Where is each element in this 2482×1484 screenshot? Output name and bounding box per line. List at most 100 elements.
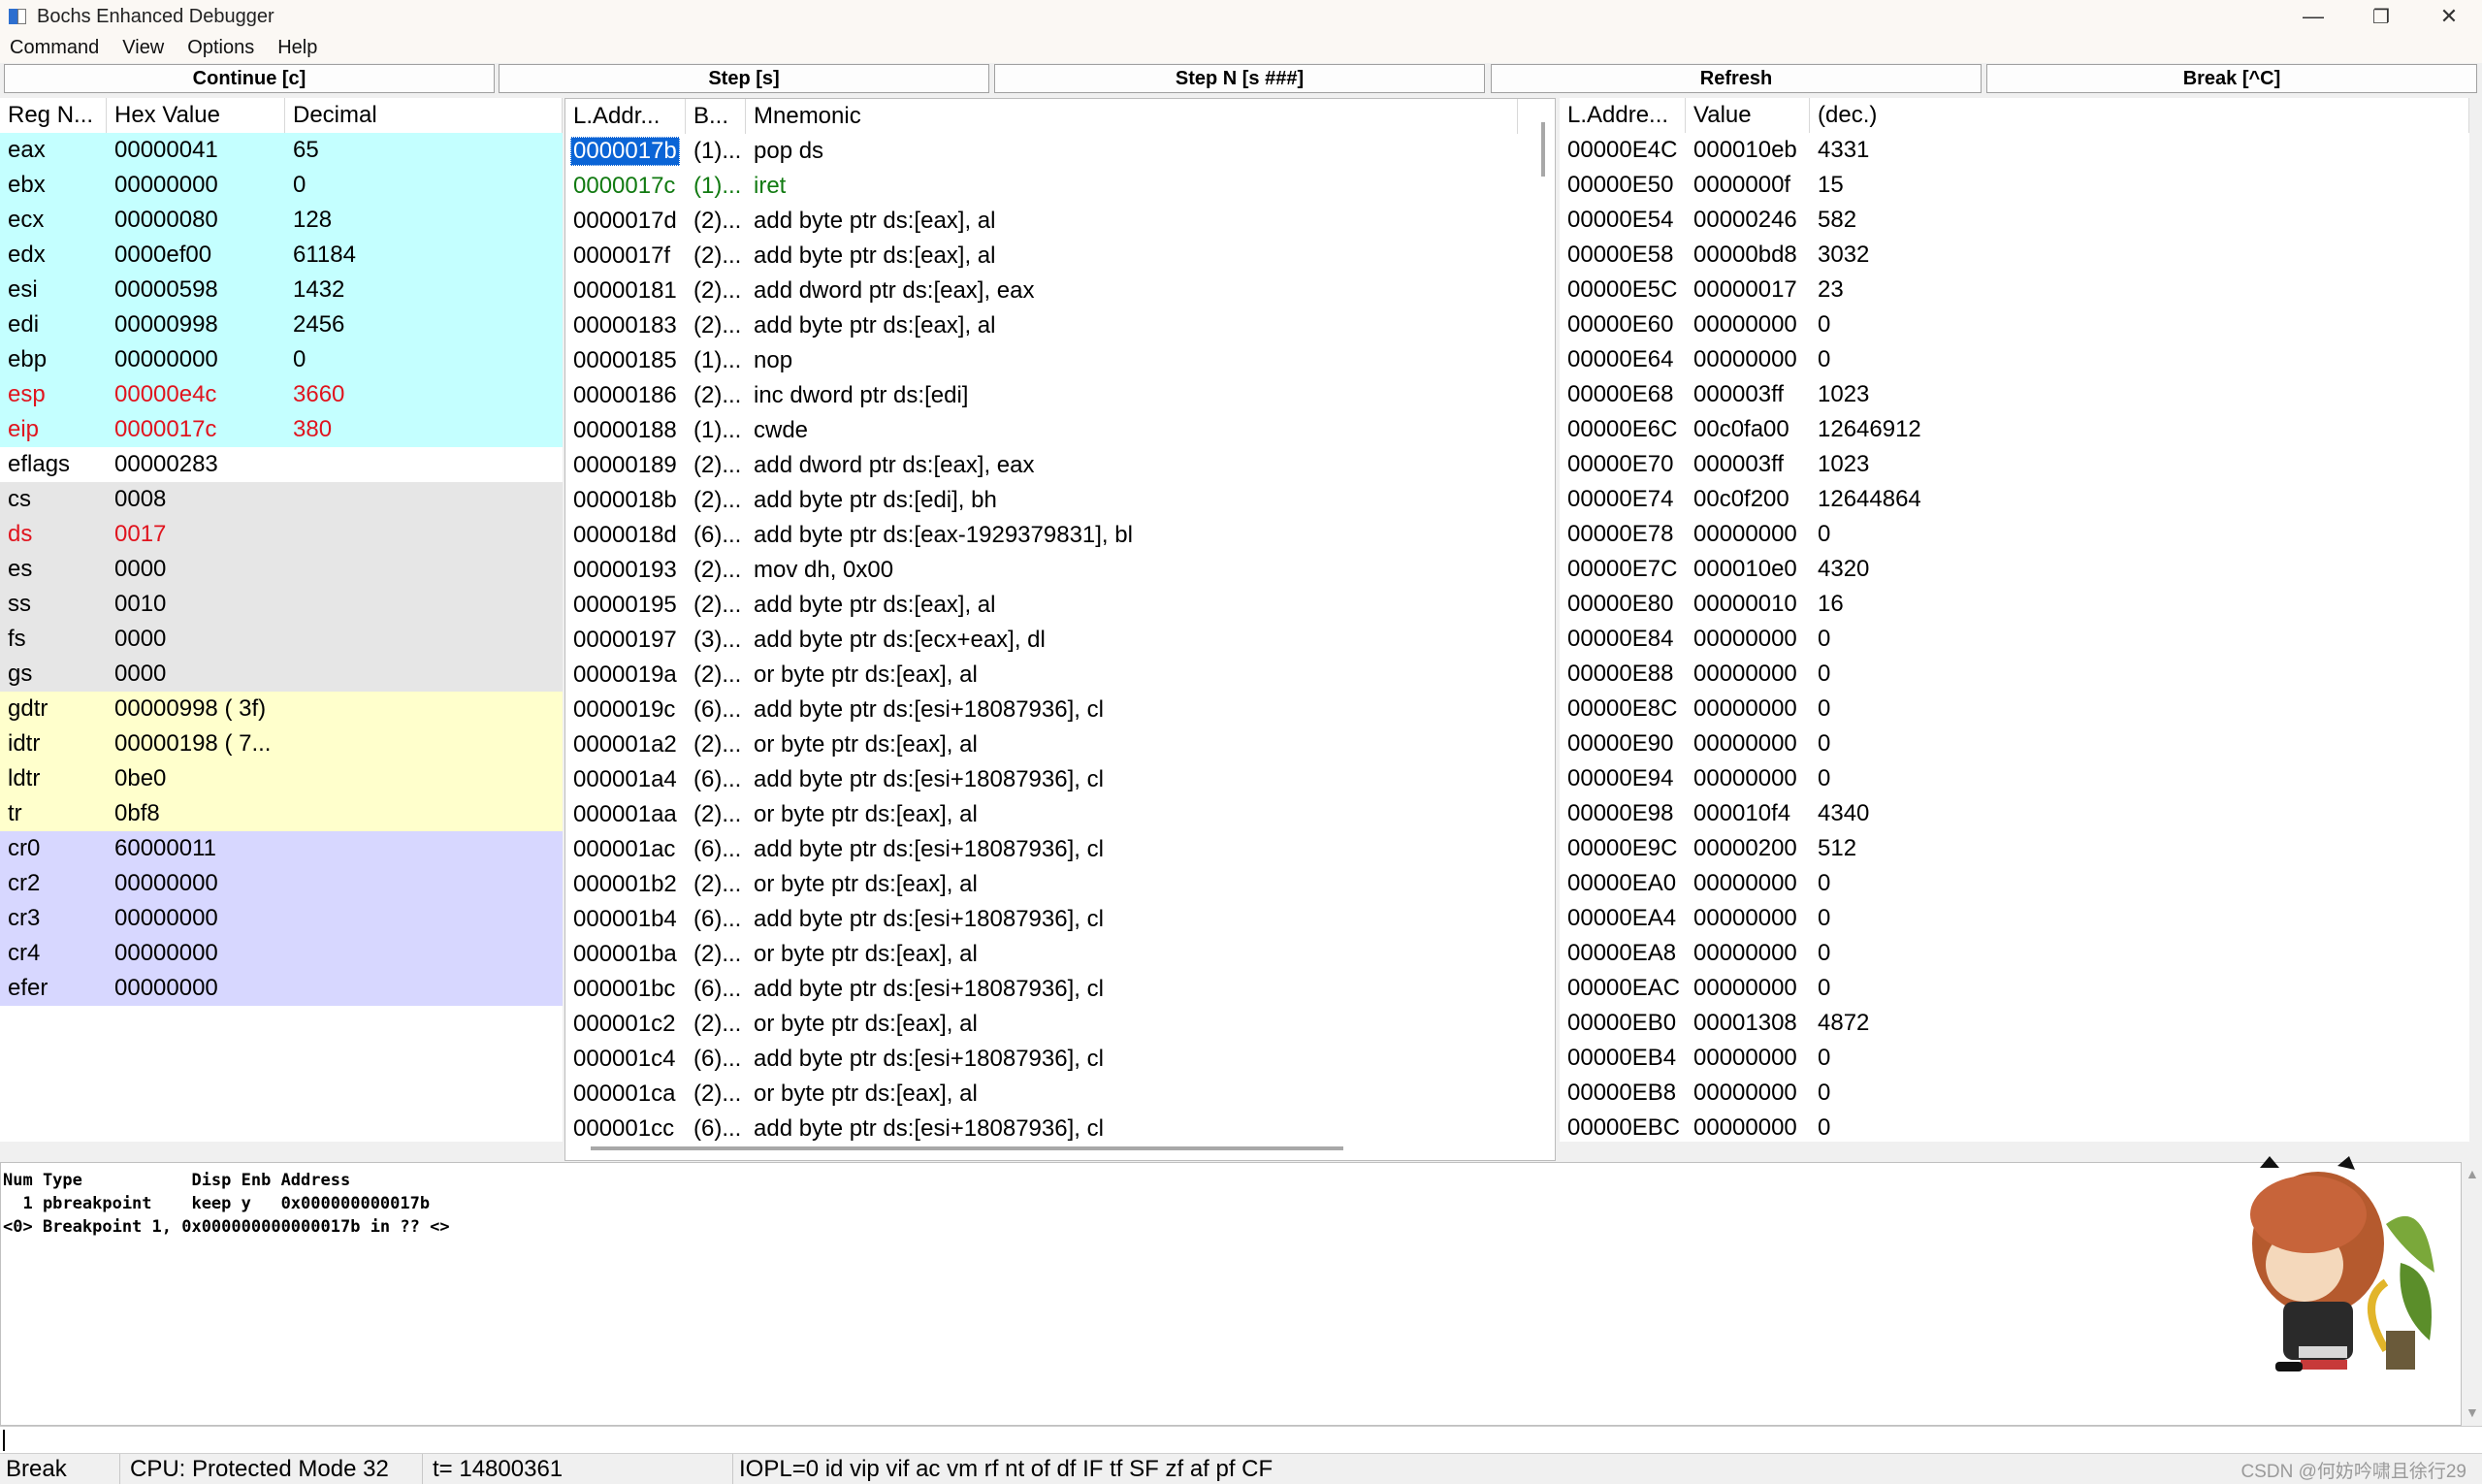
- disassembly-row[interactable]: 0000017d (2)... add byte ptr ds:[eax], al: [565, 204, 1526, 239]
- minimize-icon[interactable]: —: [2279, 0, 2347, 33]
- register-row[interactable]: tr 0bf8: [0, 796, 563, 831]
- continue-button[interactable]: Continue [c]: [4, 64, 495, 93]
- menu-view[interactable]: View: [122, 37, 164, 59]
- stack-row[interactable]: 00000E84 00000000 0: [1560, 622, 2462, 657]
- register-row[interactable]: ebp 00000000 0: [0, 342, 563, 377]
- stack-row[interactable]: 00000E58 00000bd8 3032: [1560, 238, 2462, 273]
- disassembly-hscrollbar[interactable]: [591, 1146, 1343, 1150]
- menu-help[interactable]: Help: [277, 37, 317, 59]
- register-row[interactable]: eip 0000017c 380: [0, 412, 563, 447]
- stack-row[interactable]: 00000E54 00000246 582: [1560, 203, 2462, 238]
- restore-icon[interactable]: ❐: [2347, 0, 2415, 33]
- register-row[interactable]: eflags 00000283: [0, 447, 563, 482]
- disassembly-row[interactable]: 0000019a (2)... or byte ptr ds:[eax], al: [565, 658, 1526, 693]
- disassembly-row[interactable]: 0000017c (1)... iret: [565, 169, 1526, 204]
- register-row[interactable]: cr4 00000000: [0, 936, 563, 971]
- stack-row[interactable]: 00000E68 000003ff 1023: [1560, 377, 2462, 412]
- disassembly-row[interactable]: 000001b4 (6)... add byte ptr ds:[esi+18087…: [565, 902, 1526, 937]
- stack-row[interactable]: 00000E88 00000000 0: [1560, 657, 2462, 692]
- register-row[interactable]: eax 00000041 65: [0, 133, 563, 168]
- stack-row[interactable]: 00000E80 00000010 16: [1560, 587, 2462, 622]
- stack-row[interactable]: 00000E64 00000000 0: [1560, 342, 2462, 377]
- stack-row[interactable]: 00000EA0 00000000 0: [1560, 866, 2462, 901]
- dis-header-mnemonic[interactable]: Mnemonic: [746, 99, 1518, 134]
- register-row[interactable]: cr3 00000000: [0, 901, 563, 936]
- disassembly-row[interactable]: 00000193 (2)... mov dh, 0x00: [565, 553, 1526, 588]
- disassembly-row[interactable]: 000001bc (6)... add byte ptr ds:[esi+18087…: [565, 972, 1526, 1007]
- disassembly-row[interactable]: 0000017f (2)... add byte ptr ds:[eax], al: [565, 239, 1526, 274]
- disassembly-row[interactable]: 000001ac (6)... add byte ptr ds:[esi+18087…: [565, 832, 1526, 867]
- output-vscrollbar[interactable]: ▲ ▼: [2462, 1162, 2482, 1426]
- stack-row[interactable]: 00000EB4 00000000 0: [1560, 1041, 2462, 1076]
- register-row[interactable]: fs 0000: [0, 622, 563, 657]
- stack-row[interactable]: 00000E4C 000010eb 4331: [1560, 133, 2462, 168]
- disassembly-row[interactable]: 00000185 (1)... nop: [565, 343, 1526, 378]
- disassembly-row[interactable]: 0000018d (6)... add byte ptr ds:[eax-19293…: [565, 518, 1526, 553]
- menu-command[interactable]: Command: [10, 37, 99, 59]
- break-button[interactable]: Break [^C]: [1986, 64, 2477, 93]
- refresh-button[interactable]: Refresh: [1491, 64, 1982, 93]
- stack-row[interactable]: 00000EB0 00001308 4872: [1560, 1006, 2462, 1041]
- register-row[interactable]: esi 00000598 1432: [0, 273, 563, 307]
- stack-row[interactable]: 00000E6C 00c0fa00 12646912: [1560, 412, 2462, 447]
- stack-row[interactable]: 00000EAC 00000000 0: [1560, 971, 2462, 1006]
- command-input[interactable]: [0, 1426, 2482, 1453]
- stack-row[interactable]: 00000EB8 00000000 0: [1560, 1076, 2462, 1111]
- register-row[interactable]: es 0000: [0, 552, 563, 587]
- disassembly-row[interactable]: 000001ca (2)... or byte ptr ds:[eax], al: [565, 1077, 1526, 1112]
- stack-row[interactable]: 00000EA8 00000000 0: [1560, 936, 2462, 971]
- disassembly-row[interactable]: 000001cc (6)... add byte ptr ds:[esi+18087…: [565, 1112, 1526, 1146]
- close-icon[interactable]: ✕: [2415, 0, 2482, 33]
- stack-row[interactable]: 00000E78 00000000 0: [1560, 517, 2462, 552]
- disassembly-row[interactable]: 000001b2 (2)... or byte ptr ds:[eax], al: [565, 867, 1526, 902]
- register-row[interactable]: esp 00000e4c 3660: [0, 377, 563, 412]
- scroll-up-arrow-icon[interactable]: ▲: [2466, 1166, 2479, 1181]
- register-row[interactable]: ds 0017: [0, 517, 563, 552]
- disassembly-row[interactable]: 00000197 (3)... add byte ptr ds:[ecx+eax],…: [565, 623, 1526, 658]
- register-row[interactable]: gs 0000: [0, 657, 563, 692]
- stack-row[interactable]: 00000E94 00000000 0: [1560, 761, 2462, 796]
- disassembly-row[interactable]: 0000017b (1)... pop ds: [565, 134, 1526, 169]
- step-button[interactable]: Step [s]: [499, 64, 989, 93]
- register-row[interactable]: ldtr 0be0: [0, 761, 563, 796]
- disassembly-vscroll-thumb[interactable]: [1541, 122, 1545, 177]
- disassembly-row[interactable]: 000001ba (2)... or byte ptr ds:[eax], al: [565, 937, 1526, 972]
- disassembly-row[interactable]: 00000183 (2)... add byte ptr ds:[eax], al: [565, 308, 1526, 343]
- stack-row[interactable]: 00000E9C 00000200 512: [1560, 831, 2462, 866]
- dis-header-addr[interactable]: L.Addr...: [565, 99, 686, 134]
- disassembly-row[interactable]: 00000188 (1)... cwde: [565, 413, 1526, 448]
- stack-row[interactable]: 00000EA4 00000000 0: [1560, 901, 2462, 936]
- stack-header-dec[interactable]: (dec.): [1810, 98, 2469, 133]
- register-row[interactable]: cr0 60000011: [0, 831, 563, 866]
- scroll-down-arrow-icon[interactable]: ▼: [2466, 1404, 2479, 1420]
- register-row[interactable]: idtr 00000198 ( 7...: [0, 726, 563, 761]
- disassembly-row[interactable]: 000001aa (2)... or byte ptr ds:[eax], al: [565, 797, 1526, 832]
- stack-header-value[interactable]: Value: [1686, 98, 1810, 133]
- stack-row[interactable]: 00000E98 000010f4 4340: [1560, 796, 2462, 831]
- stack-row[interactable]: 00000E7C 000010e0 4320: [1560, 552, 2462, 587]
- stack-row[interactable]: 00000E60 00000000 0: [1560, 307, 2462, 342]
- register-row[interactable]: ss 0010: [0, 587, 563, 622]
- register-row[interactable]: gdtr 00000998 ( 3f): [0, 692, 563, 726]
- dis-header-bytes[interactable]: B...: [686, 99, 746, 134]
- register-row[interactable]: efer 00000000: [0, 971, 563, 1006]
- register-row[interactable]: cr2 00000000: [0, 866, 563, 901]
- stack-header-addr[interactable]: L.Addre...: [1560, 98, 1686, 133]
- disassembly-row[interactable]: 0000019c (6)... add byte ptr ds:[esi+18087…: [565, 693, 1526, 727]
- stack-row[interactable]: 00000E8C 00000000 0: [1560, 692, 2462, 726]
- reg-header-name[interactable]: Reg N...: [0, 98, 107, 133]
- disassembly-row[interactable]: 000001c2 (2)... or byte ptr ds:[eax], al: [565, 1007, 1526, 1042]
- stack-row[interactable]: 00000E90 00000000 0: [1560, 726, 2462, 761]
- stack-row[interactable]: 00000E5C 00000017 23: [1560, 273, 2462, 307]
- register-row[interactable]: edi 00000998 2456: [0, 307, 563, 342]
- stack-row[interactable]: 00000E50 0000000f 15: [1560, 168, 2462, 203]
- register-row[interactable]: edx 0000ef00 61184: [0, 238, 563, 273]
- stack-row[interactable]: 00000E74 00c0f200 12644864: [1560, 482, 2462, 517]
- step-n-button[interactable]: Step N [s ###]: [994, 64, 1485, 93]
- register-row[interactable]: ecx 00000080 128: [0, 203, 563, 238]
- reg-header-hex[interactable]: Hex Value: [107, 98, 285, 133]
- reg-header-decimal[interactable]: Decimal: [285, 98, 563, 133]
- stack-row[interactable]: 00000EBC 00000000 0: [1560, 1111, 2462, 1142]
- disassembly-row[interactable]: 00000195 (2)... add byte ptr ds:[eax], al: [565, 588, 1526, 623]
- disassembly-row[interactable]: 000001a2 (2)... or byte ptr ds:[eax], al: [565, 727, 1526, 762]
